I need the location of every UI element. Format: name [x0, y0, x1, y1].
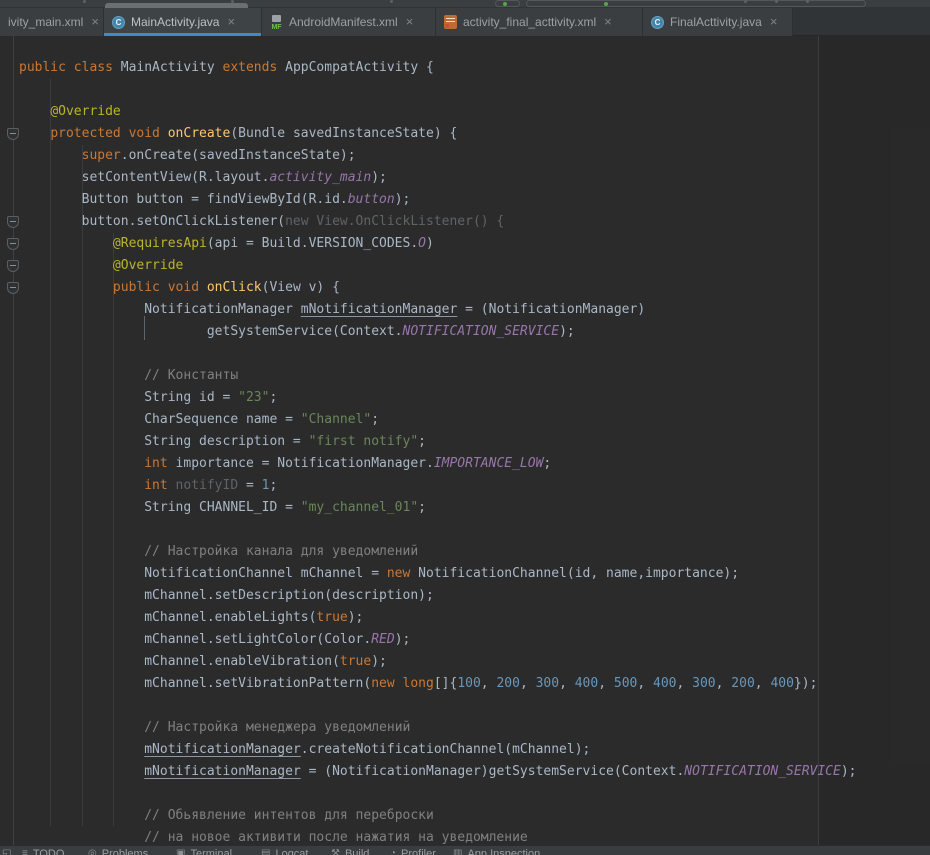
- profiler-icon: ◔: [390, 848, 396, 855]
- code-line: [19, 343, 857, 365]
- code-line: super.onCreate(savedInstanceState);: [19, 145, 857, 167]
- code-line: public class MainActivity extends AppCom…: [19, 57, 857, 79]
- code-line: CharSequence name = "Channel";: [19, 409, 857, 431]
- close-icon[interactable]: ×: [227, 17, 235, 27]
- code-line: public void onClick(View v) {: [19, 277, 857, 299]
- fold-collapse-icon[interactable]: [7, 128, 19, 140]
- tab-label: MainActivity.java: [131, 15, 219, 29]
- gutter-fold-line: [13, 36, 14, 845]
- code-line: mChannel.enableLights(true);: [19, 607, 857, 629]
- code-line: @Override: [19, 255, 857, 277]
- code-line: mChannel.setVibrationPattern(new long[]{…: [19, 673, 857, 695]
- tab-label: ivity_main.xml: [8, 15, 83, 29]
- main-toolbar-partial: [0, 0, 930, 8]
- code-line: // Настройка менеджера уведомлений: [19, 717, 857, 739]
- code-line: NotificationManager mNotificationManager…: [19, 299, 857, 321]
- tool-window-bar: ◱ ≡ TODO ◎ Problems ▣ Terminal ▤ Logcat ⚒ Build ◔ P…: [0, 845, 930, 855]
- fold-collapse-icon[interactable]: [7, 238, 19, 250]
- code-line: String description = "first notify";: [19, 431, 857, 453]
- toolbar-icon-partial: [83, 0, 86, 3]
- tool-window-label: Terminal: [190, 848, 232, 855]
- todo-list-icon: ≡: [22, 848, 28, 855]
- code-line: Button button = findViewById(R.id.button…: [19, 189, 857, 211]
- fold-collapse-icon[interactable]: [7, 260, 19, 272]
- tab-label: FinalActtivity.java: [670, 15, 762, 29]
- tool-window-button-terminal[interactable]: ▣ Terminal: [176, 848, 232, 855]
- tool-window-label: Logcat: [275, 848, 308, 855]
- tool-window-button-app-inspection[interactable]: ▥ App Inspection: [453, 848, 540, 855]
- code-line: // Настройка канала для уведомлений: [19, 541, 857, 563]
- tool-window-corner-icon[interactable]: ◱: [2, 848, 11, 855]
- build-hammer-icon: ⚒: [331, 848, 340, 855]
- code-line: button.setOnClickListener(new View.OnCli…: [19, 211, 857, 233]
- tool-window-button-todo[interactable]: ≡ TODO: [22, 848, 64, 855]
- tool-window-button-profiler[interactable]: ◔ Profiler: [390, 848, 436, 855]
- tool-window-button-problems[interactable]: ◎ Problems: [88, 848, 148, 855]
- toolbar-run-button-partial[interactable]: [495, 0, 520, 7]
- run-icon: [503, 2, 507, 6]
- toolbar-icon-partial: [806, 0, 809, 3]
- toolbar-icon-partial: [744, 0, 747, 3]
- code-line: @Override: [19, 101, 857, 123]
- code-line: protected void onCreate(Bundle savedInst…: [19, 123, 857, 145]
- code-line: String id = "23";: [19, 387, 857, 409]
- code-line: String CHANNEL_ID = "my_channel_01";: [19, 497, 857, 519]
- tab-label: activity_final_acttivity.xml: [463, 15, 596, 29]
- tool-window-button-build[interactable]: ⚒ Build: [331, 848, 369, 855]
- code-line: [19, 79, 857, 101]
- code-line: int notifyID = 1;: [19, 475, 857, 497]
- close-icon[interactable]: ×: [604, 17, 612, 27]
- tab-label: AndroidManifest.xml: [289, 15, 398, 29]
- code-line: [19, 519, 857, 541]
- code-line: int importance = NotificationManager.IMP…: [19, 453, 857, 475]
- code-line: [19, 695, 857, 717]
- tool-window-label: Build: [345, 848, 369, 855]
- tool-window-label: Profiler: [401, 848, 436, 855]
- tab-activity-final-acttivity-xml[interactable]: activity_final_acttivity.xml ×: [436, 8, 643, 36]
- tool-window-label: App Inspection: [467, 848, 540, 855]
- close-icon[interactable]: ×: [91, 17, 99, 27]
- device-selector-partial[interactable]: [526, 0, 866, 7]
- close-icon[interactable]: ×: [770, 17, 778, 27]
- code-line: mNotificationManager.createNotificationC…: [19, 739, 857, 761]
- toolbar-icon-partial: [231, 0, 234, 3]
- code-line: // Константы: [19, 365, 857, 387]
- tool-window-label: TODO: [33, 848, 65, 855]
- code-line: // на новое активити после нажатия на ув…: [19, 827, 857, 845]
- code-line: mChannel.setLightColor(Color.RED);: [19, 629, 857, 651]
- tab-mainactivity-java[interactable]: C MainActivity.java ×: [104, 8, 262, 36]
- tool-window-button-logcat[interactable]: ▤ Logcat: [261, 848, 308, 855]
- code-line: // Обьявление интентов для переброски: [19, 805, 857, 827]
- android-studio-window: ivity_main.xml × C MainActivity.java × MF Andr…: [0, 0, 930, 855]
- code-line: getSystemService(Context.NOTIFICATION_SE…: [19, 321, 857, 343]
- fold-collapse-icon[interactable]: [7, 216, 19, 228]
- java-class-icon: C: [112, 16, 125, 29]
- code-line: mNotificationManager = (NotificationMana…: [19, 761, 857, 783]
- java-class-icon: C: [651, 16, 664, 29]
- code-line: NotificationChannel mChannel = new Notif…: [19, 563, 857, 585]
- tab-finalacttivity-java[interactable]: C FinalActtivity.java ×: [643, 8, 793, 36]
- app-inspection-icon: ▥: [453, 848, 462, 855]
- tool-window-label: Problems: [102, 848, 148, 855]
- code-line: setContentView(R.layout.activity_main);: [19, 167, 857, 189]
- code-line: mChannel.enableVibration(true);: [19, 651, 857, 673]
- code-editor[interactable]: public class MainActivity extends AppCom…: [0, 36, 930, 845]
- device-status-icon: [604, 2, 608, 6]
- tab-ivity-main-xml[interactable]: ivity_main.xml ×: [0, 8, 104, 36]
- toolbar-icon-partial: [390, 0, 393, 3]
- code-line: mChannel.setDescription(description);: [19, 585, 857, 607]
- tab-androidmanifest-xml[interactable]: MF AndroidManifest.xml ×: [262, 8, 436, 36]
- code-area[interactable]: public class MainActivity extends AppCom…: [19, 57, 857, 845]
- terminal-icon: ▣: [176, 848, 185, 855]
- fold-collapse-icon[interactable]: [7, 282, 19, 294]
- layout-xml-icon: [444, 15, 457, 29]
- code-line: [19, 783, 857, 805]
- editor-tab-bar: ivity_main.xml × C MainActivity.java × MF Andr…: [0, 8, 930, 36]
- manifest-icon: MF: [270, 15, 283, 30]
- problems-circle-icon: ◎: [88, 848, 97, 855]
- toolbar-icon-partial: [775, 0, 778, 3]
- close-icon[interactable]: ×: [406, 17, 414, 27]
- logcat-icon: ▤: [261, 848, 270, 855]
- code-line: @RequiresApi(api = Build.VERSION_CODES.O…: [19, 233, 857, 255]
